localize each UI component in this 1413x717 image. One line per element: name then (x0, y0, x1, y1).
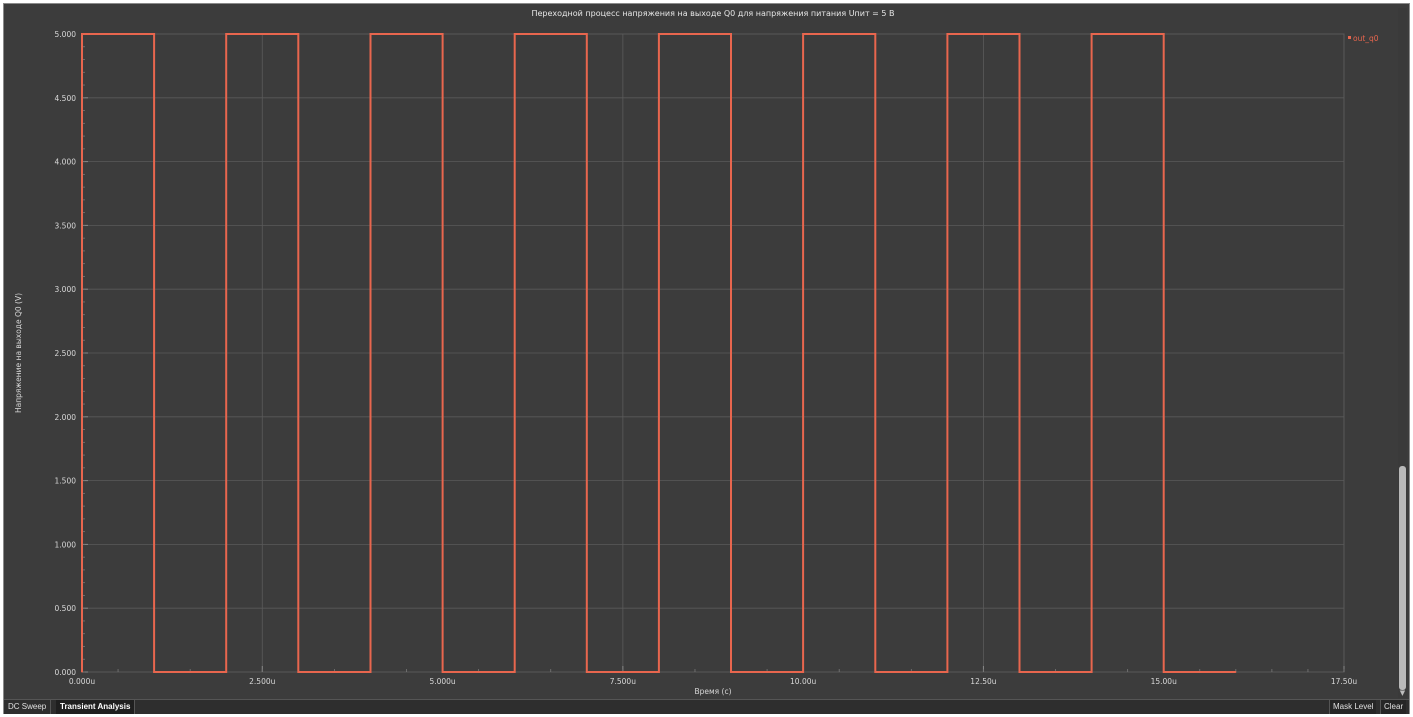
chart-title: Переходной процесс напряжения на выходе … (531, 9, 894, 18)
y-tick-label: 1.500 (55, 477, 77, 486)
clear-button[interactable]: Clear (1380, 700, 1407, 714)
y-tick-label: 0.500 (55, 604, 77, 613)
chart-window: 0.000 0.500 1.000 1.500 2.000 2.500 3.000 3.500… (3, 3, 1410, 714)
tab-transient-analysis[interactable]: Transient Analysis (56, 700, 136, 714)
data-point (369, 671, 372, 673)
data-point (1235, 671, 1237, 673)
data-point (1018, 671, 1021, 673)
data-point (81, 33, 83, 35)
y-tick-label: 2.500 (55, 349, 77, 358)
legend-marker (1348, 36, 1351, 39)
data-point (946, 33, 948, 35)
data-point (153, 671, 155, 673)
data-point (514, 671, 516, 673)
data-point (586, 671, 588, 673)
x-tick-label: 10.00u (790, 677, 816, 686)
data-point (658, 671, 660, 673)
data-point (730, 671, 732, 673)
x-tick-label: 17.50u (1331, 677, 1357, 686)
data-point (730, 33, 732, 35)
data-point (1163, 671, 1165, 673)
y-tick-label: 5.000 (55, 30, 77, 39)
data-point (441, 33, 444, 35)
y-tick-label: 3.000 (55, 285, 77, 294)
y-tick-label: 3.500 (55, 221, 77, 230)
y-tick-label: 1.000 (55, 540, 77, 549)
data-point (658, 33, 660, 35)
data-point (1018, 33, 1021, 35)
x-tick-label: 7.500u (610, 677, 636, 686)
data-point (946, 671, 948, 673)
y-tick-label: 2.000 (55, 413, 77, 422)
scroll-down-arrow-icon[interactable]: ▼ (1398, 688, 1407, 698)
x-tick-label: 2.500u (249, 677, 275, 686)
data-point (297, 33, 299, 35)
data-point (225, 671, 227, 673)
data-point (1163, 33, 1165, 35)
y-tick-label: 4.500 (55, 94, 77, 103)
data-point (369, 33, 372, 35)
bottom-toolbar: DC Sweep Transient Analysis Mask Level C… (4, 699, 1409, 714)
data-point (153, 33, 155, 35)
y-tick-label: 0.000 (55, 668, 77, 677)
data-point (586, 33, 588, 35)
data-point (225, 33, 227, 35)
chart-area: 0.000 0.500 1.000 1.500 2.000 2.500 3.000 3.500… (14, 9, 1379, 696)
y-tick-label: 4.000 (55, 158, 77, 167)
data-point (1091, 33, 1093, 35)
scrollbar-thumb[interactable] (1399, 466, 1406, 690)
data-point (802, 671, 804, 673)
legend-label: out_q0 (1353, 34, 1379, 43)
data-point (514, 33, 516, 35)
data-point (1091, 671, 1093, 673)
x-axis-label: Время (c) (694, 687, 731, 696)
x-tick-label: 12.50u (970, 677, 996, 686)
vertical-scrollbar[interactable]: ▼ (1398, 8, 1407, 698)
data-point (802, 33, 804, 35)
x-tick-label: 5.000u (429, 677, 455, 686)
x-tick-label: 15.00u (1151, 677, 1177, 686)
data-point (81, 671, 83, 673)
data-point (874, 671, 876, 673)
mask-level-button[interactable]: Mask Level (1329, 700, 1377, 714)
data-point (874, 33, 876, 35)
legend: out_q0 (1348, 34, 1379, 43)
tab-dc-sweep[interactable]: DC Sweep (4, 700, 52, 714)
data-point (297, 671, 299, 673)
x-tick-label: 0.000u (69, 677, 95, 686)
data-point (441, 671, 444, 673)
y-axis-label: Напряжение на выходе Q0 (V) (14, 293, 23, 413)
